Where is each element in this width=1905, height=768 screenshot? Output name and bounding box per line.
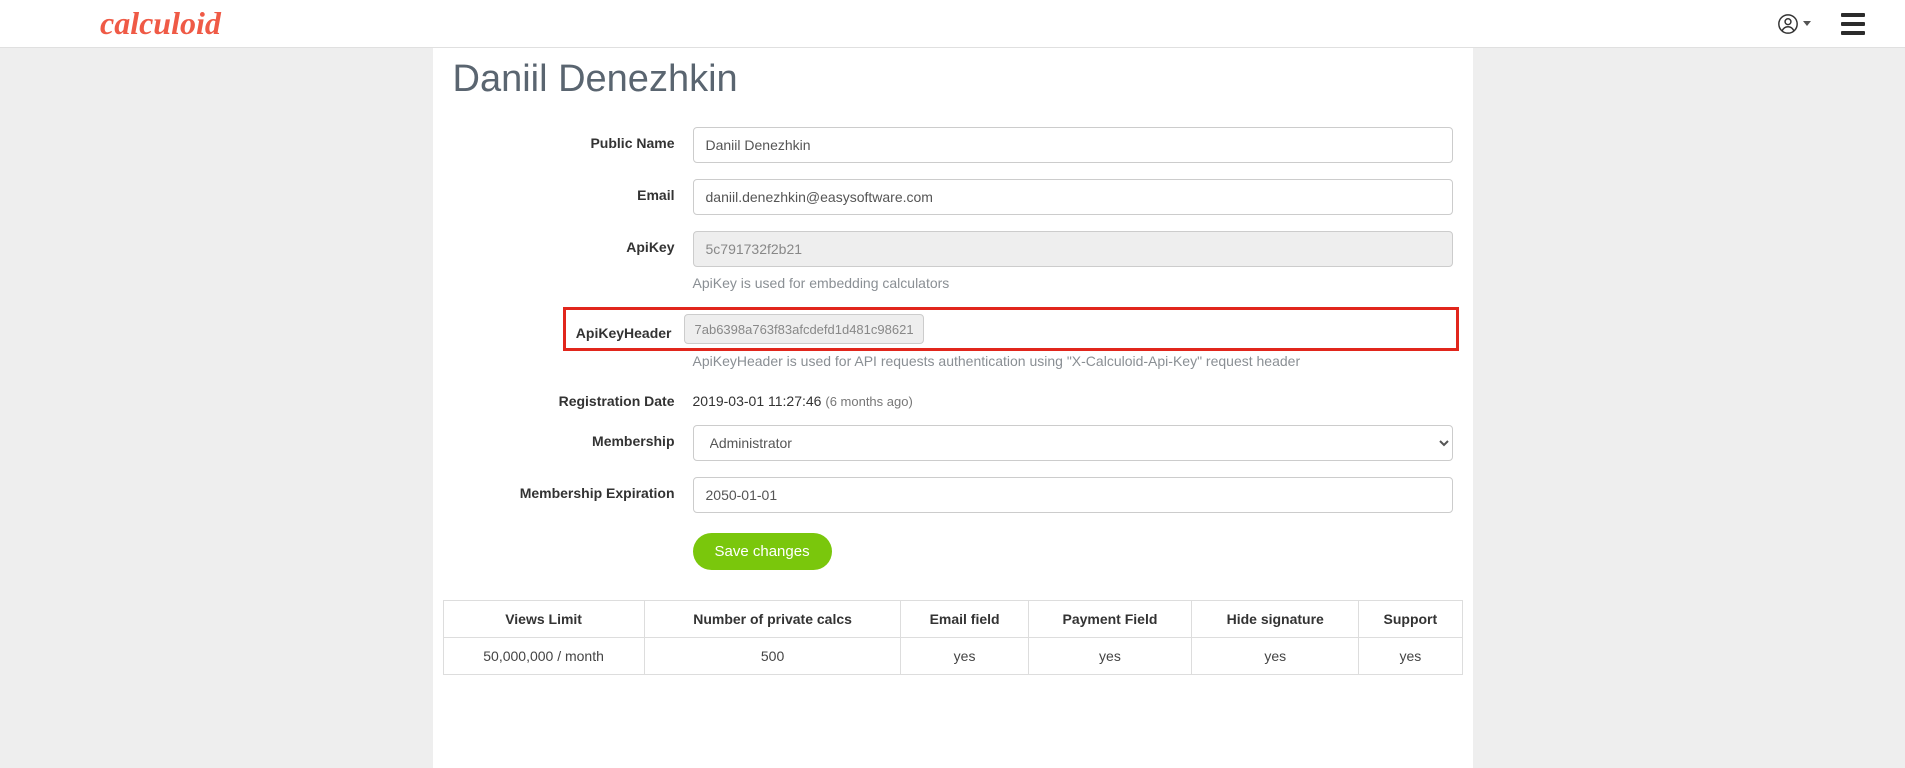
help-apikeyheader: ApiKeyHeader is used for API requests au… [693, 353, 1453, 369]
label-expiration: Membership Expiration [443, 477, 693, 501]
td-payment: yes [1028, 638, 1192, 675]
input-public-name[interactable] [693, 127, 1453, 163]
row-apikey: ApiKey ApiKey is used for embedding calc… [443, 231, 1463, 291]
save-button[interactable]: Save changes [693, 533, 832, 570]
row-submit: Save changes [693, 533, 1463, 570]
label-apikeyheader: ApiKeyHeader [572, 317, 684, 341]
user-menu[interactable] [1777, 13, 1811, 35]
td-private: 500 [644, 638, 901, 675]
row-email: Email [443, 179, 1463, 215]
row-regdate: Registration Date 2019-03-01 11:27:46 (6… [443, 385, 1463, 409]
row-public-name: Public Name [443, 127, 1463, 163]
value-regdate: 2019-03-01 11:27:46 (6 months ago) [693, 385, 1453, 409]
regdate-date: 2019-03-01 11:27:46 [693, 393, 822, 409]
th-hide: Hide signature [1192, 601, 1359, 638]
input-apikey [693, 231, 1453, 267]
input-expiration[interactable] [693, 477, 1453, 513]
page-content: Daniil Denezhkin Public Name Email ApiKe… [433, 48, 1473, 768]
hamburger-menu[interactable] [1841, 13, 1865, 35]
label-public-name: Public Name [443, 127, 693, 151]
th-support: Support [1359, 601, 1462, 638]
td-email: yes [901, 638, 1028, 675]
topbar-right [1777, 13, 1865, 35]
label-apikey: ApiKey [443, 231, 693, 255]
stats-table: Views Limit Number of private calcs Emai… [443, 600, 1463, 675]
th-views: Views Limit [443, 601, 644, 638]
td-hide: yes [1192, 638, 1359, 675]
label-email: Email [443, 179, 693, 203]
row-apikeyheader-help: ApiKeyHeader is used for API requests au… [443, 353, 1463, 369]
page-title: Daniil Denezhkin [443, 48, 1463, 127]
th-payment: Payment Field [1028, 601, 1192, 638]
row-expiration: Membership Expiration [443, 477, 1463, 513]
th-private: Number of private calcs [644, 601, 901, 638]
row-membership: Membership Administrator [443, 425, 1463, 461]
regdate-ago: (6 months ago) [825, 394, 912, 409]
th-email: Email field [901, 601, 1028, 638]
caret-down-icon [1803, 21, 1811, 26]
user-icon [1777, 13, 1799, 35]
topbar: calculoid [0, 0, 1905, 48]
row-apikeyheader: ApiKeyHeader [443, 307, 1463, 351]
apikeyheader-highlight: ApiKeyHeader [563, 307, 1459, 351]
brand-logo[interactable]: calculoid [100, 5, 221, 42]
select-membership[interactable]: Administrator [693, 425, 1453, 461]
help-apikey: ApiKey is used for embedding calculators [693, 275, 1453, 291]
input-apikeyheader [684, 314, 924, 344]
td-views: 50,000,000 / month [443, 638, 644, 675]
label-regdate: Registration Date [443, 385, 693, 409]
label-membership: Membership [443, 425, 693, 449]
table-row: 50,000,000 / month 500 yes yes yes yes [443, 638, 1462, 675]
table-head-row: Views Limit Number of private calcs Emai… [443, 601, 1462, 638]
td-support: yes [1359, 638, 1462, 675]
input-email[interactable] [693, 179, 1453, 215]
